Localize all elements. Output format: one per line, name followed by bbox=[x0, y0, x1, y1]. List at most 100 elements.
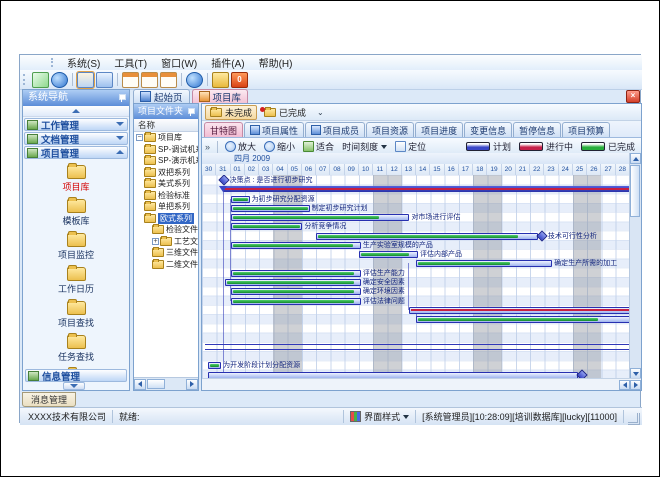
sidebar-item-项目库[interactable]: 项目库 bbox=[23, 165, 129, 193]
chart-vertical-scrollbar[interactable] bbox=[629, 153, 641, 379]
gantt-tab-项目预算[interactable]: 项目预算 bbox=[562, 122, 610, 137]
window-cascade-icon[interactable] bbox=[77, 72, 94, 88]
network-icon[interactable] bbox=[32, 72, 49, 88]
schedule-icon[interactable] bbox=[122, 72, 139, 88]
plan-icon[interactable] bbox=[160, 72, 177, 88]
gantt-tab-甘特图[interactable]: 甘特图 bbox=[204, 122, 243, 137]
tree-node-工艺文件[interactable]: + 工艺文件 bbox=[134, 236, 198, 248]
folder-icon bbox=[144, 145, 156, 154]
gantt-chart: 四月 2009 30310102030405060708091011121314… bbox=[202, 153, 641, 390]
pin-icon[interactable] bbox=[187, 108, 194, 116]
tree-column-header[interactable]: 名称 bbox=[134, 119, 198, 132]
tree-node-三维文件[interactable]: 三维文件 bbox=[134, 247, 198, 259]
task-label: 制定初步研究计划 bbox=[312, 205, 368, 212]
task-label: 评估生产能力 bbox=[363, 270, 405, 277]
day-25: 25 bbox=[573, 164, 587, 175]
window-tile-icon[interactable] bbox=[96, 72, 113, 88]
tool-放大[interactable]: 放大 bbox=[221, 139, 260, 154]
tree-node-检验文件[interactable]: 检验文件 bbox=[134, 224, 198, 236]
tree-node-label: 欧式系列 bbox=[158, 213, 194, 224]
ui-style-button[interactable]: 界面样式 bbox=[343, 410, 416, 423]
tree-node-单把系列[interactable]: 单把系列 bbox=[134, 201, 198, 213]
gantt-tab-暂停信息[interactable]: 暂停信息 bbox=[513, 122, 561, 137]
expander-icon[interactable]: + bbox=[152, 238, 159, 245]
filter-已完成[interactable]: 已完成 bbox=[260, 106, 310, 119]
tool-缩小[interactable]: 缩小 bbox=[260, 139, 299, 154]
arrow-left-icon bbox=[138, 381, 142, 387]
sidebar-group-信息管理[interactable]: 信息管理 bbox=[25, 369, 127, 382]
day-04: 04 bbox=[273, 164, 287, 175]
report-icon[interactable] bbox=[141, 72, 158, 88]
expander-icon[interactable]: − bbox=[136, 134, 143, 141]
gantt-tab-项目资源[interactable]: 项目资源 bbox=[366, 122, 414, 137]
sidebar-group-工作管理[interactable]: 工作管理 bbox=[24, 118, 128, 131]
scroll-right-button[interactable] bbox=[186, 379, 198, 390]
gantt-tab-label: 项目进度 bbox=[421, 124, 457, 137]
globe-icon[interactable] bbox=[51, 72, 68, 88]
task-bar bbox=[231, 214, 410, 221]
scroll-thumb[interactable] bbox=[630, 165, 640, 217]
gantt-tab-项目成员[interactable]: 项目成员 bbox=[305, 122, 365, 137]
tree-node-SP-演示机系列[interactable]: SP-演示机系列 bbox=[134, 155, 198, 167]
scroll-left-button[interactable] bbox=[619, 380, 630, 390]
tree-node-美式系列[interactable]: 美式系列 bbox=[134, 178, 198, 190]
scroll-right-button[interactable] bbox=[630, 380, 641, 390]
toolbar-grip[interactable] bbox=[23, 74, 28, 85]
filter-未完成[interactable]: 未完成 bbox=[205, 105, 257, 120]
chart-bottom-strip bbox=[202, 378, 641, 390]
gantt-tab-项目属性[interactable]: 项目属性 bbox=[244, 122, 304, 137]
sidebar-scroll-down-button[interactable] bbox=[63, 382, 85, 390]
gantt-tab-项目进度[interactable]: 项目进度 bbox=[415, 122, 463, 137]
doc-tab-起始页[interactable]: 起始页 bbox=[133, 89, 190, 103]
tool-定位[interactable]: 定位 bbox=[391, 139, 430, 154]
close-tab-button[interactable]: × bbox=[626, 90, 640, 103]
folder-icon bbox=[210, 108, 222, 117]
tree-node-欧式系列[interactable]: 欧式系列 bbox=[134, 213, 198, 225]
tree-node-SP-调试机系列[interactable]: SP-调试机系列 bbox=[134, 144, 198, 156]
pin-icon[interactable] bbox=[118, 94, 125, 102]
tree-node-检验标准[interactable]: 检验标准 bbox=[134, 190, 198, 202]
sidebar-item-项目查找[interactable]: 项目查找 bbox=[23, 301, 129, 329]
menu-item[interactable]: 插件(A) bbox=[204, 54, 251, 71]
exit-icon[interactable]: 0 bbox=[231, 72, 248, 88]
more-filters-button[interactable]: ⌄ bbox=[317, 108, 324, 117]
tree-node-二维文件[interactable]: 二维文件 bbox=[134, 259, 198, 271]
sidebar-item-工作日历[interactable]: 工作日历 bbox=[23, 267, 129, 295]
tool-时间刻度[interactable]: 时间刻度 bbox=[338, 139, 391, 154]
day-01: 01 bbox=[231, 164, 245, 175]
menu-item[interactable]: 系统(S) bbox=[60, 54, 107, 71]
tool-适合[interactable]: 适合 bbox=[299, 139, 338, 154]
sidebar-item-label: 任务查找 bbox=[23, 350, 129, 363]
menu-item[interactable]: 工具(T) bbox=[107, 54, 154, 71]
tree-horizontal-scrollbar[interactable] bbox=[134, 377, 198, 390]
day-20: 20 bbox=[502, 164, 516, 175]
sidebar-item-项目监控[interactable]: 项目监控 bbox=[23, 233, 129, 261]
tree-node-项目库[interactable]: −项目库 bbox=[134, 132, 198, 144]
sidebar-item-模板库[interactable]: 模板库 bbox=[23, 199, 129, 227]
menu-item[interactable]: 窗口(W) bbox=[154, 54, 204, 71]
style-palette-icon bbox=[350, 411, 361, 422]
sidebar-collapse-button[interactable] bbox=[23, 106, 129, 117]
scroll-thumb[interactable] bbox=[147, 379, 165, 389]
sidebar-group-文档管理[interactable]: 文档管理 bbox=[24, 132, 128, 145]
scroll-up-button[interactable] bbox=[630, 153, 641, 164]
gantt-tab-变更信息[interactable]: 变更信息 bbox=[464, 122, 512, 137]
message-management-tab[interactable]: 消息管理 bbox=[22, 392, 76, 407]
day-26: 26 bbox=[587, 164, 601, 175]
menu-grip[interactable] bbox=[51, 58, 56, 67]
day-31: 31 bbox=[216, 164, 230, 175]
help-globe-icon[interactable] bbox=[186, 72, 203, 88]
page-icon bbox=[140, 91, 151, 102]
lock-icon[interactable] bbox=[212, 72, 229, 88]
sidebar-group-项目管理[interactable]: 项目管理 bbox=[24, 146, 128, 159]
doc-tab-项目库[interactable]: 项目库 bbox=[192, 89, 249, 103]
sidebar-item-任务查找[interactable]: 任务查找 bbox=[23, 335, 129, 363]
scroll-left-button[interactable] bbox=[134, 379, 146, 390]
menu-item[interactable]: 帮助(H) bbox=[252, 54, 300, 71]
tree-node-label: 检验标准 bbox=[158, 190, 190, 201]
resize-grip[interactable] bbox=[628, 413, 640, 425]
tree-node-双把系列[interactable]: 双把系列 bbox=[134, 167, 198, 179]
tree-node-label: 工艺文件 bbox=[174, 236, 198, 247]
toolbar-overflow-button[interactable]: » bbox=[205, 142, 210, 152]
gantt-tab-label: 甘特图 bbox=[210, 124, 237, 137]
